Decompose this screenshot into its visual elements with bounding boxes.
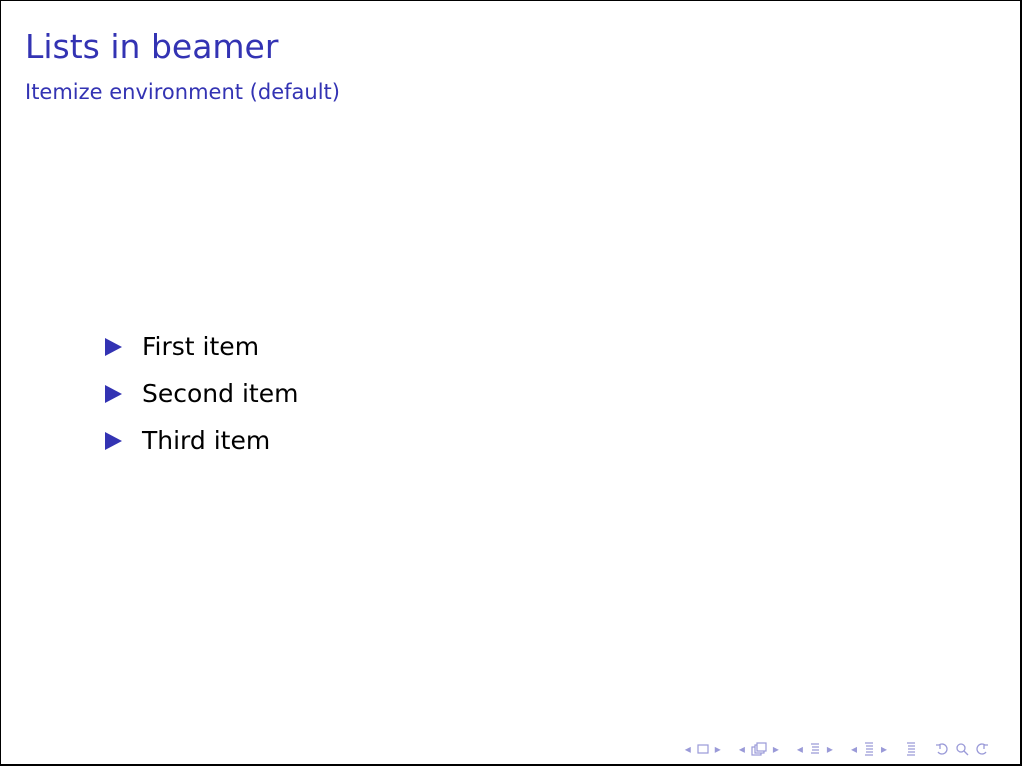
subsection-icon[interactable] — [751, 742, 767, 756]
triangle-bullet-icon — [105, 337, 122, 356]
list-item: Second item — [105, 370, 298, 417]
search-icon[interactable] — [955, 742, 969, 756]
prev-subsection-icon[interactable]: ◂ — [739, 742, 745, 756]
slide-title: Lists in beamer — [25, 27, 279, 66]
next-subsection-icon[interactable]: ▸ — [773, 742, 779, 756]
triangle-bullet-icon — [105, 431, 122, 450]
next-frame-icon[interactable]: ▸ — [715, 742, 721, 756]
forward-icon[interactable] — [975, 742, 989, 756]
triangle-bullet-icon — [105, 384, 122, 403]
list-item-text: First item — [142, 332, 260, 361]
next-section-icon[interactable]: ▸ — [827, 742, 833, 756]
section-icon[interactable] — [809, 742, 821, 756]
beamer-navigation-bar: ◂ ▸ ◂ ▸ ◂ ▸ ◂ ▸ — [676, 742, 998, 756]
next-part-icon[interactable]: ▸ — [881, 742, 887, 756]
appendix-icon[interactable] — [905, 742, 917, 756]
itemize-list: First item Second item Third item — [105, 323, 298, 464]
prev-section-icon[interactable]: ◂ — [797, 742, 803, 756]
slide-subtitle: Itemize environment (default) — [25, 80, 340, 104]
list-item: First item — [105, 323, 298, 370]
frame-icon[interactable] — [697, 744, 709, 754]
back-icon[interactable] — [935, 742, 949, 756]
list-item-text: Second item — [142, 379, 299, 408]
list-item-text: Third item — [142, 426, 271, 455]
prev-part-icon[interactable]: ◂ — [851, 742, 857, 756]
prev-frame-icon[interactable]: ◂ — [685, 742, 691, 756]
slide-frame: Lists in beamer Itemize environment (def… — [0, 0, 1022, 766]
list-item: Third item — [105, 417, 298, 464]
part-icon[interactable] — [863, 742, 875, 756]
